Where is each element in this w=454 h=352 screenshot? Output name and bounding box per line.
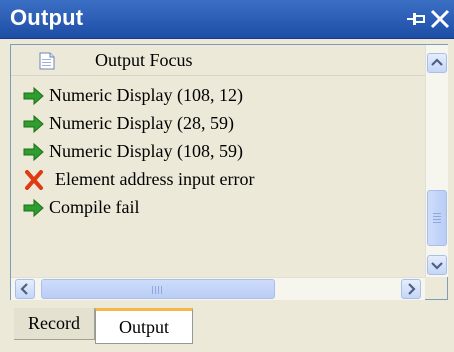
- message-text: Element address input error: [55, 169, 255, 189]
- green-arrow-icon: [23, 142, 44, 162]
- pin-icon: [407, 13, 425, 25]
- thumb-grip: [433, 219, 441, 220]
- horizontal-scroll-thumb[interactable]: [41, 279, 275, 299]
- message-text: Numeric Display (108, 12): [49, 85, 243, 105]
- message-item[interactable]: Compile fail: [11, 195, 425, 223]
- chevron-left-icon: [20, 283, 28, 295]
- close-button[interactable]: [429, 7, 451, 31]
- message-list: Numeric Display (108, 12) Numeric Displa…: [11, 83, 425, 223]
- chevron-right-icon: [408, 283, 416, 295]
- message-text: Numeric Display (108, 59): [49, 141, 243, 161]
- scroll-up-button[interactable]: [427, 53, 447, 73]
- tab-record-label: Record: [28, 313, 80, 333]
- message-item[interactable]: Numeric Display (28, 59): [11, 111, 425, 139]
- window-titlebar: Output: [0, 0, 454, 39]
- scrollbar-corner: [425, 277, 447, 299]
- horizontal-scrollbar[interactable]: [11, 277, 425, 300]
- scroll-left-button[interactable]: [15, 279, 35, 299]
- thumb-grip: [433, 213, 441, 214]
- tab-output[interactable]: Output: [95, 308, 193, 344]
- output-panel: Output Focus Numeric Display (108, 12) N…: [10, 44, 448, 300]
- thumb-grip: [161, 286, 162, 294]
- green-arrow-icon: [23, 114, 44, 134]
- output-focus-row[interactable]: Output Focus: [11, 45, 425, 76]
- thumb-grip: [158, 286, 159, 294]
- scroll-right-button[interactable]: [401, 279, 421, 299]
- green-arrow-icon: [23, 198, 44, 218]
- message-text: Compile fail: [49, 197, 140, 217]
- message-text: Numeric Display (28, 59): [49, 113, 234, 133]
- window-title: Output: [10, 5, 84, 30]
- vertical-scroll-thumb[interactable]: [427, 190, 447, 246]
- message-item[interactable]: Numeric Display (108, 59): [11, 139, 425, 167]
- chevron-up-icon: [431, 58, 443, 66]
- thumb-grip: [155, 286, 156, 294]
- close-icon: [430, 9, 450, 29]
- chevron-down-icon: [431, 262, 443, 270]
- panel-tabs: Record Output: [14, 308, 454, 344]
- document-icon: [39, 52, 55, 70]
- tab-record[interactable]: Record: [14, 308, 95, 340]
- output-focus-label: Output Focus: [95, 50, 193, 70]
- thumb-grip: [433, 216, 441, 217]
- message-item-error[interactable]: Element address input error: [11, 167, 425, 195]
- scroll-down-button[interactable]: [427, 255, 447, 275]
- red-x-icon: [25, 170, 43, 190]
- message-item[interactable]: Numeric Display (108, 12): [11, 83, 425, 111]
- pin-button[interactable]: [405, 7, 427, 31]
- green-arrow-icon: [23, 86, 44, 106]
- vertical-scrollbar[interactable]: [425, 45, 448, 277]
- thumb-grip: [152, 286, 153, 294]
- thumb-grip: [433, 222, 441, 223]
- tab-output-label: Output: [118, 317, 169, 337]
